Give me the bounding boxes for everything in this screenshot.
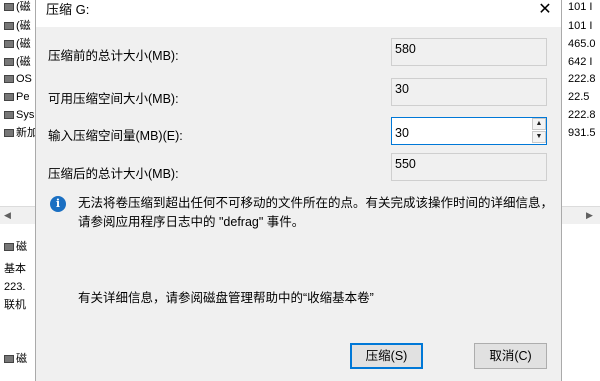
total-after-value: 550 [391,153,547,181]
bg-volume-row[interactable]: (磁 [4,37,31,51]
shrink-amount-field[interactable]: ▲ ▼ [391,117,547,145]
disk-icon [4,129,14,138]
bg-disk-size: 223. [4,281,26,293]
spin-up-icon[interactable]: ▲ [532,118,546,130]
spin-down-icon[interactable]: ▼ [532,131,546,143]
disk-icon [4,75,14,84]
info-icon: i [50,196,66,212]
bg-disk-label: 磁 [4,240,27,254]
shrink-dialog: 压缩 G: ✕ 压缩前的总计大小(MB): 580 可用压缩空间大小(MB): … [35,0,562,381]
dialog-title: 压缩 G: [46,2,90,17]
disk-icon [4,93,14,102]
bg-volume-row[interactable]: (磁 [4,0,31,14]
disk-icon [4,58,14,67]
dialog-titlebar[interactable]: 压缩 G: ✕ [36,0,561,27]
bg-volume-row[interactable]: Pe [4,90,29,104]
bg-horizontal-scrollbar-right[interactable]: ▶ [562,206,600,224]
bg-horizontal-scrollbar[interactable]: ◀ [0,206,35,224]
available-space-label: 可用压缩空间大小(MB): [48,92,179,106]
disk-icon [4,243,14,252]
disk-icon [4,111,14,120]
shrink-amount-input[interactable] [392,118,530,144]
total-before-value: 580 [391,38,547,66]
background-disk-panel-left: 磁 基本 223. 联机 磁 [0,224,35,381]
bg-capacity-cell: 101 I [568,1,593,13]
bg-disk-label: 磁 [4,352,27,366]
disk-icon [4,355,14,364]
bg-capacity-cell: 22.5 [568,91,590,103]
help-message: 有关详细信息，请参阅磁盘管理帮助中的“收缩基本卷” [78,291,374,305]
bg-disk-type: 基本 [4,263,26,275]
scroll-right-icon[interactable]: ▶ [586,210,593,221]
shrink-button[interactable]: 压缩(S) [350,343,423,369]
bg-disk-status: 联机 [4,299,26,311]
bg-capacity-cell: 101 I [568,20,593,32]
bg-volume-row[interactable]: Sys [4,108,34,122]
bg-volume-row[interactable]: 新加 [4,126,38,140]
bg-volume-row[interactable]: OS [4,72,32,86]
total-after-label: 压缩后的总计大小(MB): [48,167,179,181]
disk-icon [4,40,14,49]
shrink-amount-label: 输入压缩空间量(MB)(E): [48,129,183,143]
bg-capacity-cell: 642 I [568,56,593,68]
background-disk-panel-right [562,224,600,381]
total-before-label: 压缩前的总计大小(MB): [48,49,179,63]
bg-capacity-cell: 222.8 [568,73,596,85]
disk-icon [4,3,14,12]
disk-icon [4,22,14,31]
bg-capacity-cell: 931.5 [568,127,596,139]
cancel-button[interactable]: 取消(C) [474,343,547,369]
info-message: 无法将卷压缩到超出任何不可移动的文件所在的点。有关完成该操作时间的详细信息，请参… [78,196,554,229]
bg-volume-row[interactable]: (磁 [4,19,31,33]
available-space-value: 30 [391,78,547,106]
bg-capacity-cell: 465.0 [568,38,596,50]
close-icon[interactable]: ✕ [531,0,559,20]
bg-volume-row[interactable]: (磁 [4,55,31,69]
bg-capacity-cell: 222.8 [568,109,596,121]
shrink-amount-stepper[interactable]: ▲ ▼ [531,118,546,144]
scroll-left-icon[interactable]: ◀ [4,210,11,221]
